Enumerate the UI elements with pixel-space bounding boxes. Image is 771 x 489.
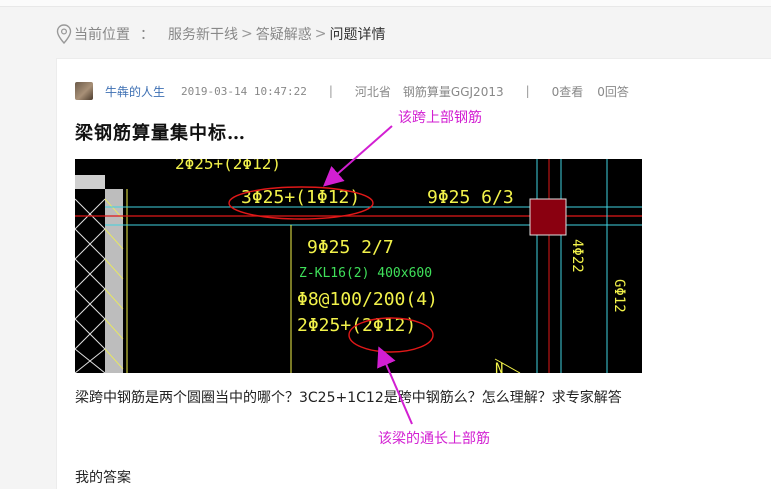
software-label: 钢筋算量GGJ2013: [402, 84, 504, 99]
breadcrumb: 当前位置 ： 服务新干线 > 答疑解惑 > 问题详情: [56, 22, 385, 46]
question-meta: 牛犇的人生 2019-03-14 10:47:22 | 河北省 钢筋算量GGJ2…: [75, 81, 629, 101]
annotation-through: 该梁的通长上部筋: [378, 431, 490, 447]
cad-label-right-top: 9Φ25 6/3: [427, 187, 514, 208]
cad-drawing-image: 2Φ25+(2Φ12) 3Φ25+(1Φ12) 9Φ25 6/3 9Φ25 2/…: [75, 159, 642, 373]
question-body: 梁跨中钢筋是两个圆圈当中的哪个？3C25+1C12是跨中钢筋么？怎么理解？求专家…: [75, 390, 622, 406]
author-link[interactable]: 牛犇的人生: [105, 83, 165, 100]
breadcrumb-separator: >: [241, 26, 253, 42]
location-pin-icon: [56, 24, 72, 44]
cad-label-vert-far: GΦ12: [611, 279, 627, 313]
cad-label-vert-right: 4Φ22: [569, 239, 585, 273]
cad-label-beam-id: Z-KL16(2) 400x600: [299, 266, 432, 281]
my-answer-heading: 我的答案: [75, 470, 131, 486]
breadcrumb-label: 当前位置: [74, 27, 130, 43]
breadcrumb-colon: ：: [140, 27, 154, 43]
breadcrumb-separator: >: [314, 26, 327, 42]
post-datetime: 2019-03-14 10:47:22: [181, 84, 307, 98]
cad-label-bottom-frag: N: [495, 361, 503, 373]
breadcrumb-item-qa[interactable]: 答疑解惑: [256, 24, 312, 44]
answer-count: 0回答: [597, 84, 629, 99]
view-count: 0查看: [551, 84, 584, 99]
breadcrumb-item-service[interactable]: 服务新干线: [168, 24, 238, 44]
breadcrumb-item-detail: 问题详情: [329, 27, 386, 43]
cad-label-mid: 9Φ25 2/7: [307, 237, 394, 258]
avatar[interactable]: [75, 82, 93, 100]
annotation-span-top: 该跨上部钢筋: [398, 110, 482, 126]
top-header-strip: [0, 0, 771, 7]
question-title: 梁钢筋算量集中标…: [75, 123, 246, 144]
cad-label-top-cut: 2Φ25+(2Φ12): [175, 159, 281, 173]
province-label: 河北省: [354, 84, 391, 99]
cad-label-stirrup: Φ8@100/200(4): [297, 289, 438, 310]
